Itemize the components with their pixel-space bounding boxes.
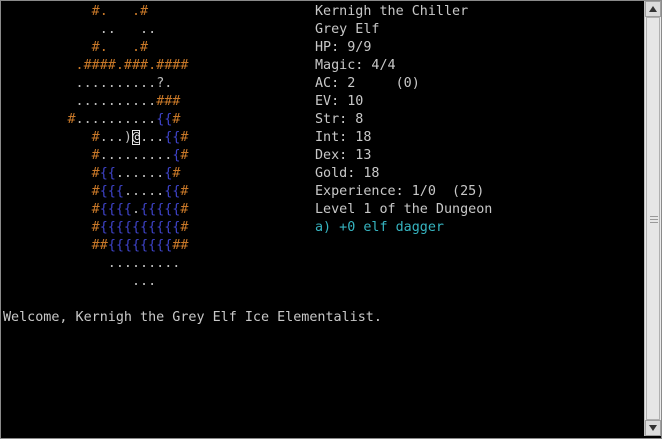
map-tiles: # [180,184,189,199]
map-row: #{{{.....{{# [3,183,189,201]
wielded-weapon: a) +0 elf dagger [315,220,444,235]
character-name: Kernigh the Chiller [315,4,469,19]
arrow-down-icon [649,425,657,431]
map-tiles: # [172,112,181,127]
map-tiles: .......... [75,112,157,127]
map-row: #. .# [3,39,148,57]
map-tiles: ..... [123,184,165,199]
map-tiles: # [180,220,189,235]
map-tiles: {{{{{{{{ [107,238,173,253]
map-tiles: #. .# [3,4,149,19]
map-tiles: {{{ [99,184,124,199]
character-species: Grey Elf [315,22,380,37]
experience-stat: Experience: 1/0 (25) [315,184,485,199]
map-tiles: ### [156,94,181,109]
map-tiles: .. .. [3,22,157,37]
map-tiles: ## [172,238,189,253]
game-terminal[interactable]: #. .# .. .. #. .# .####.###.#### .......… [3,3,643,435]
map-tiles: # [172,166,181,181]
map-tiles: # [3,220,100,235]
map-tiles: . [132,202,141,217]
map-tiles: # [3,184,100,199]
map-tiles: # [3,130,100,145]
map-row: .####.###.#### [3,57,189,75]
map-tiles: ... [3,274,157,289]
map-row: #{{......{# [3,165,181,183]
map-row: ... [3,273,156,291]
map-tiles: ... [140,130,165,145]
map-tiles: #. .# [3,40,149,55]
map-tiles: ## [3,238,108,253]
scroll-down-button[interactable] [645,420,661,436]
map-tiles: # [180,148,189,163]
map-tiles: {{ [99,166,116,181]
magic-stat: Magic: 4/4 [315,58,396,73]
player-character: @ [132,130,141,145]
dex-stat: Dex: 13 [315,148,372,163]
map-row: #..........{{# [3,111,180,129]
map-tiles: # [3,166,100,181]
map-tiles: .......... [3,76,157,91]
map-row: #.........{# [3,147,189,165]
arrow-up-icon [649,6,657,12]
map-tiles: .......... [3,94,157,109]
map-tiles: # [180,202,189,217]
map-row: ##{{{{{{{{## [3,237,189,255]
map-row: ..........?. [3,75,173,93]
map-tiles: # [3,112,76,127]
vertical-scrollbar[interactable] [644,1,661,436]
map-tiles: {{{{ [99,202,132,217]
map-tiles: ......... [3,256,181,271]
hp-stat: HP: 9/9 [315,40,372,55]
map-tiles: # [3,202,100,217]
message-line: Welcome, Kernigh the Grey Elf Ice Elemen… [3,310,382,325]
str-stat: Str: 8 [315,112,364,127]
int-stat: Int: 18 [315,130,372,145]
map-row: #...)@...{{# [3,129,188,147]
map-tiles: # [180,130,189,145]
gold-stat: Gold: 18 [315,166,380,181]
map-row: .. .. [3,21,156,39]
map-tiles: ...... [115,166,165,181]
ac-stat: AC: 2 (0) [315,76,420,91]
scroll-thumb[interactable] [646,17,660,420]
dungeon-level: Level 1 of the Dungeon [315,202,493,217]
map-row: #{{{{{{{{{{# [3,219,189,237]
map-row: ......... [3,255,181,273]
map-tiles: . [164,76,173,91]
map-tiles: .####.###.#### [3,58,189,73]
map-tiles: {{{{{{{{{{ [99,220,181,235]
map-tiles: {{ [164,184,181,199]
scroll-up-button[interactable] [645,1,661,17]
map-tiles: {{{{{ [140,202,181,217]
map-tiles: # [3,148,100,163]
map-row: #. .# [3,3,148,21]
map-row: ..........### [3,93,181,111]
map-tiles: ...) [99,130,132,145]
map-row: #{{{{.{{{{{# [3,201,189,219]
map-tiles: {{ [164,130,181,145]
ev-stat: EV: 10 [315,94,364,109]
map-tiles: ......... [99,148,173,163]
map-tiles: {{ [156,112,173,127]
